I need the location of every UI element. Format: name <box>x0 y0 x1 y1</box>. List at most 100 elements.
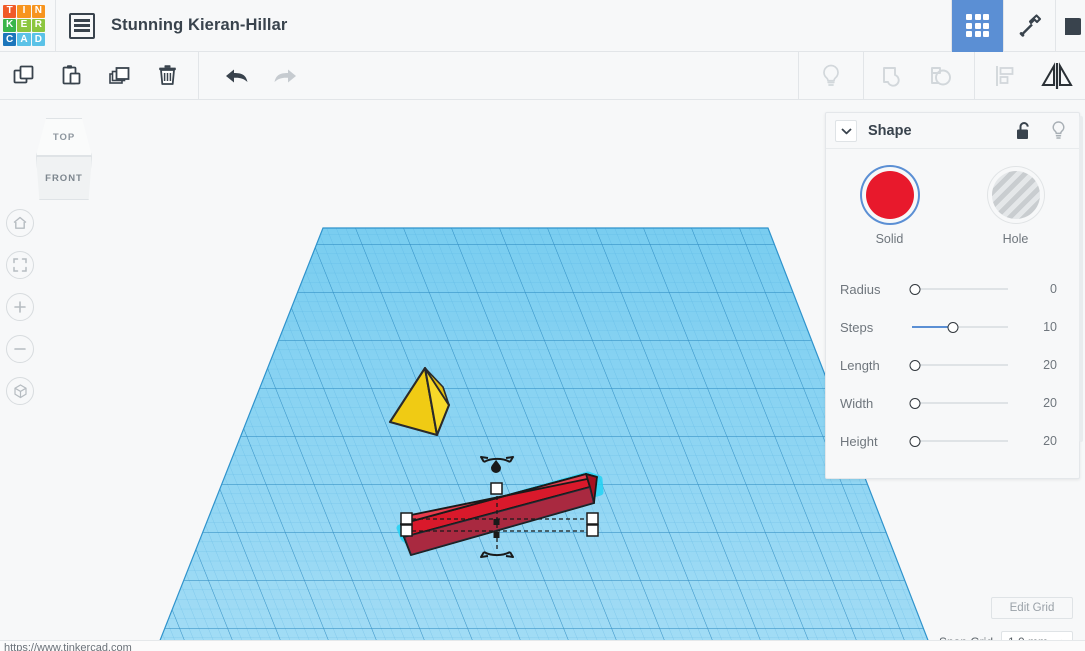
toolbar-separator-right-2 <box>863 51 864 100</box>
radius-value[interactable]: 0 <box>1033 282 1079 296</box>
tinkercad-app: T I N K E R C A D Stunning Kieran-Hillar <box>0 0 1085 651</box>
undo-button[interactable] <box>213 52 261 100</box>
zoom-in-button[interactable] <box>6 293 34 321</box>
width-value[interactable]: 20 <box>1033 396 1079 410</box>
status-bar: https://www.tinkercad.com <box>0 640 1085 651</box>
toolbar-separator-right-3 <box>974 51 975 100</box>
height-label: Height <box>840 433 878 449</box>
parameter-row-width: Width 20 <box>826 384 1079 422</box>
cube-icon <box>13 383 27 398</box>
ungroup-shapes-icon <box>931 66 951 85</box>
height-value[interactable]: 20 <box>1033 434 1079 448</box>
project-list-icon[interactable] <box>69 12 95 39</box>
shading-options: Solid Hole <box>826 149 1079 256</box>
redo-arrow-icon <box>274 69 296 82</box>
length-value[interactable]: 20 <box>1033 358 1079 372</box>
panel-header: Shape <box>826 113 1079 149</box>
copy-button[interactable] <box>0 52 48 100</box>
align-icon <box>996 65 1014 86</box>
solid-label: Solid <box>875 232 904 246</box>
delete-button[interactable] <box>144 52 192 100</box>
grid-9-icon <box>966 14 989 37</box>
view-cube[interactable]: TOP FRONT <box>22 118 102 204</box>
steps-value[interactable]: 10 <box>1033 320 1079 334</box>
radius-label: Radius <box>840 281 881 297</box>
edit-toolbar <box>0 51 1085 100</box>
hole-swatch[interactable] <box>991 171 1040 219</box>
fit-to-view-button[interactable] <box>6 251 34 279</box>
parameter-row-length: Length 20 <box>826 346 1079 384</box>
edit-grid-button[interactable]: Edit Grid <box>991 597 1073 619</box>
bricks-view-button[interactable] <box>1003 0 1055 52</box>
fit-frame-icon <box>13 258 27 272</box>
group-button[interactable] <box>870 52 918 100</box>
steps-slider[interactable] <box>912 320 1008 334</box>
trash-icon <box>159 64 176 85</box>
logo-tile-c: C <box>3 33 17 47</box>
page-title: Stunning Kieran-Hillar <box>111 16 288 34</box>
solid-option[interactable]: Solid <box>857 171 923 246</box>
panel-scrollbar[interactable] <box>1079 116 1083 442</box>
width-slider[interactable] <box>909 396 1008 410</box>
toolbar-separator <box>198 51 199 100</box>
solid-swatch[interactable] <box>865 171 914 219</box>
paste-icon <box>62 64 81 84</box>
radius-slider[interactable] <box>909 282 1008 296</box>
minus-icon <box>14 348 26 350</box>
app-header: T I N K E R C A D Stunning Kieran-Hillar <box>0 0 1085 52</box>
panel-header-icons <box>1015 120 1067 142</box>
unlock-icon[interactable] <box>1015 121 1032 141</box>
toolbar-separator-right-1 <box>798 51 799 100</box>
hole-label: Hole <box>1002 232 1029 246</box>
undo-arrow-icon <box>226 69 248 82</box>
paste-button[interactable] <box>48 52 96 100</box>
status-url: https://www.tinkercad.com <box>4 642 132 651</box>
zoom-out-button[interactable] <box>6 335 34 363</box>
logo-tile-d: D <box>31 33 45 47</box>
lightbulb-icon[interactable] <box>1050 120 1067 142</box>
ortho-perspective-button[interactable] <box>6 377 34 405</box>
panel-title: Shape <box>868 122 912 139</box>
duplicate-button[interactable] <box>96 52 144 100</box>
width-label: Width <box>840 395 874 411</box>
view-cube-front-label: FRONT <box>45 172 83 184</box>
parameter-list: Radius 0 Steps 10 Length 20 Width 20 Hei… <box>826 256 1079 478</box>
panel-collapse-button[interactable] <box>835 119 857 142</box>
home-icon <box>13 216 27 229</box>
view-cube-top-label: TOP <box>52 131 76 143</box>
blocks-view-button[interactable] <box>951 0 1003 52</box>
redo-button[interactable] <box>261 52 309 100</box>
header-actions <box>951 0 1085 52</box>
length-slider[interactable] <box>909 358 1008 372</box>
lightbulb-icon <box>823 64 839 86</box>
hole-option[interactable]: Hole <box>983 171 1049 246</box>
logo-tile-a: A <box>17 33 31 47</box>
plus-icon <box>14 301 26 313</box>
mirror-button[interactable] <box>1029 52 1085 100</box>
ungroup-button[interactable] <box>918 52 966 100</box>
parameter-row-height: Height 20 <box>826 422 1079 460</box>
light-button[interactable] <box>807 52 855 100</box>
view-cube-front-face[interactable]: FRONT <box>36 156 92 200</box>
duplicate-icon <box>109 66 130 84</box>
logo-tile-t: T <box>3 4 17 18</box>
shape-inspector-panel: Shape Solid Hole Radius 0 Steps 10 Lengt… <box>825 112 1080 479</box>
parameter-row-radius: Radius 0 <box>826 270 1079 308</box>
shape-icon <box>1064 17 1081 35</box>
mirror-flip-icon <box>1041 61 1073 89</box>
overflow-button[interactable] <box>1055 0 1085 52</box>
align-button[interactable] <box>981 52 1029 100</box>
logo-tile-k: K <box>3 18 17 33</box>
group-shapes-icon <box>883 66 900 87</box>
copy-icon <box>13 65 34 83</box>
home-view-button[interactable] <box>6 209 34 237</box>
header-divider <box>55 0 56 52</box>
tinkercad-logo[interactable]: T I N K E R C A D <box>2 4 46 48</box>
length-label: Length <box>840 357 880 373</box>
logo-tile-e: E <box>17 18 31 33</box>
height-slider[interactable] <box>909 434 1008 448</box>
logo-tile-i: I <box>17 4 31 18</box>
view-cube-top-face[interactable]: TOP <box>36 118 92 156</box>
steps-label: Steps <box>840 319 874 335</box>
parameter-row-steps: Steps 10 <box>826 308 1079 346</box>
